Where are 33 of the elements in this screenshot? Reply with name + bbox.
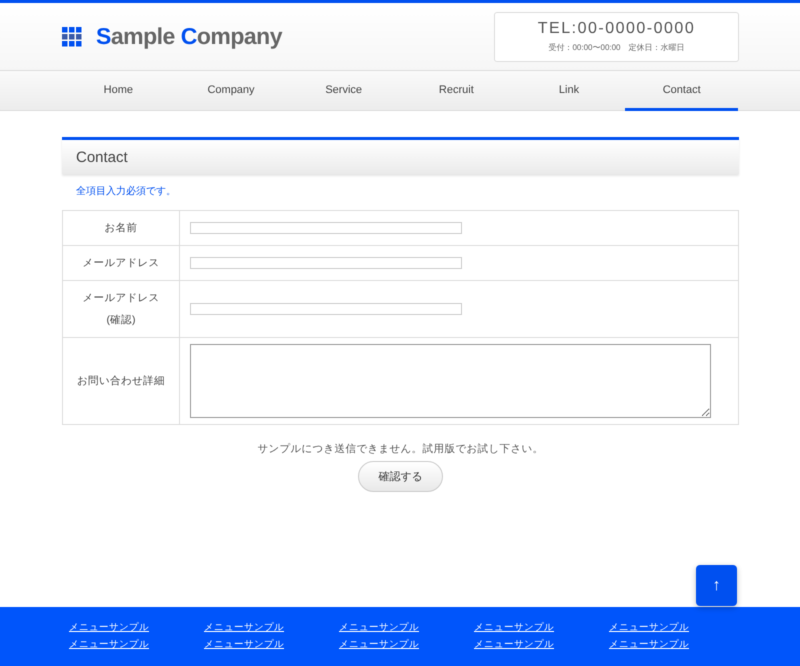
section-title: Contact xyxy=(62,137,739,174)
footer-link[interactable]: メニューサンプル xyxy=(474,621,554,634)
field-label: メールアドレス xyxy=(62,246,180,280)
company-logo[interactable]: Sample Company xyxy=(96,23,282,50)
nav-tab[interactable]: Home xyxy=(62,71,175,111)
footer-link[interactable]: メニューサンプル xyxy=(339,638,419,651)
nav-tab[interactable]: Recruit xyxy=(400,71,513,111)
scroll-top-button[interactable]: ↑ xyxy=(696,565,737,606)
grid-icon xyxy=(62,26,82,46)
footer-link[interactable]: メニューサンプル xyxy=(609,621,689,634)
required-note: 全項目入力必須です。 xyxy=(75,184,177,199)
nav-tab[interactable]: Company xyxy=(174,71,288,111)
nav-tab[interactable]: Contact xyxy=(625,71,738,111)
footer-link[interactable]: メニューサンプル xyxy=(69,621,149,634)
notice-text: サンプルにつき送信できません。試用版でお試し下さい。 xyxy=(256,442,544,456)
footer-link[interactable]: メニューサンプル xyxy=(69,638,149,651)
footer-link[interactable]: メニューサンプル xyxy=(609,638,689,651)
nav-tab[interactable]: Service xyxy=(287,71,400,111)
footer-link[interactable]: メニューサンプル xyxy=(204,638,284,651)
input-field[interactable] xyxy=(190,303,462,315)
footer-link[interactable]: メニューサンプル xyxy=(204,621,284,634)
field-label: お名前 xyxy=(62,210,180,246)
field-label: メールアドレス(確認) xyxy=(62,280,180,338)
input-field[interactable] xyxy=(190,257,462,269)
message-field[interactable] xyxy=(190,344,711,418)
phone-number: TEL:00-0000-0000 xyxy=(538,20,696,38)
business-hours: 受付：00:00〜00:00 定休日：水曜日 xyxy=(548,42,685,53)
input-field[interactable] xyxy=(190,222,462,234)
confirm-button[interactable]: 確認する xyxy=(358,461,443,492)
footer-link[interactable]: メニューサンプル xyxy=(474,638,554,651)
footer-link[interactable]: メニューサンプル xyxy=(339,621,419,634)
nav-tab[interactable]: Link xyxy=(512,71,626,111)
field-label: お問い合わせ詳細 xyxy=(62,338,180,424)
